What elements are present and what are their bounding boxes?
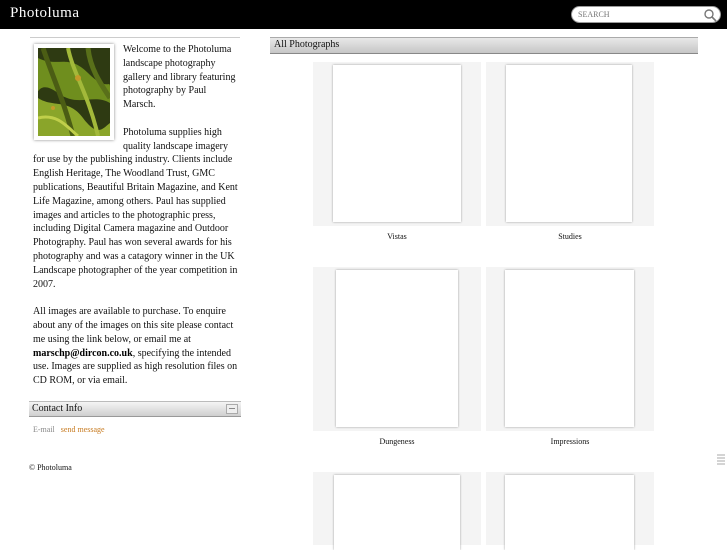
album-cover [506, 65, 632, 222]
album-caption[interactable]: Impressions [486, 437, 654, 446]
contact-row: E-mail send message [33, 425, 105, 434]
album-caption[interactable]: Studies [486, 232, 654, 241]
album-cover [334, 475, 460, 550]
top-bar: Photoluma [0, 0, 727, 29]
sidebar-divider [30, 37, 240, 38]
album-studies[interactable] [486, 62, 654, 226]
purchase-text: All images are available to purchase. To… [33, 306, 234, 345]
email-label: E-mail [33, 425, 55, 434]
send-message-link[interactable]: send message [61, 425, 105, 434]
album-tile[interactable] [313, 472, 481, 550]
album-vistas[interactable] [313, 62, 481, 226]
gallery-header: All Photographs [270, 37, 698, 54]
search-input[interactable] [578, 8, 704, 21]
album-cover [336, 270, 458, 427]
collapse-icon[interactable] [226, 404, 238, 414]
search-box[interactable] [571, 6, 721, 23]
album-caption[interactable]: Vistas [313, 232, 481, 241]
copyright: © Photoluma [29, 463, 72, 472]
search-icon[interactable] [703, 8, 717, 22]
clients-paragraph: Photoluma supplies high quality landscap… [33, 126, 238, 290]
intro-text: Welcome to the Photoluma landscape photo… [33, 43, 238, 402]
contact-info-header[interactable]: Contact Info [29, 401, 241, 417]
purchase-paragraph: All images are available to purchase. To… [33, 305, 238, 388]
album-caption[interactable]: Dungeness [313, 437, 481, 446]
contact-info-title: Contact Info [32, 403, 83, 414]
site-logo[interactable]: Photoluma [10, 5, 80, 22]
album-impressions[interactable] [486, 267, 654, 431]
album-dungeness[interactable] [313, 267, 481, 431]
album-cover [333, 65, 461, 222]
album-cover [505, 475, 634, 550]
resize-grip-icon[interactable] [716, 452, 726, 468]
contact-email[interactable]: marschp@dircon.co.uk [33, 348, 133, 359]
album-cover [505, 270, 634, 427]
album-tile[interactable] [486, 472, 654, 550]
gallery-title: All Photographs [274, 39, 340, 50]
